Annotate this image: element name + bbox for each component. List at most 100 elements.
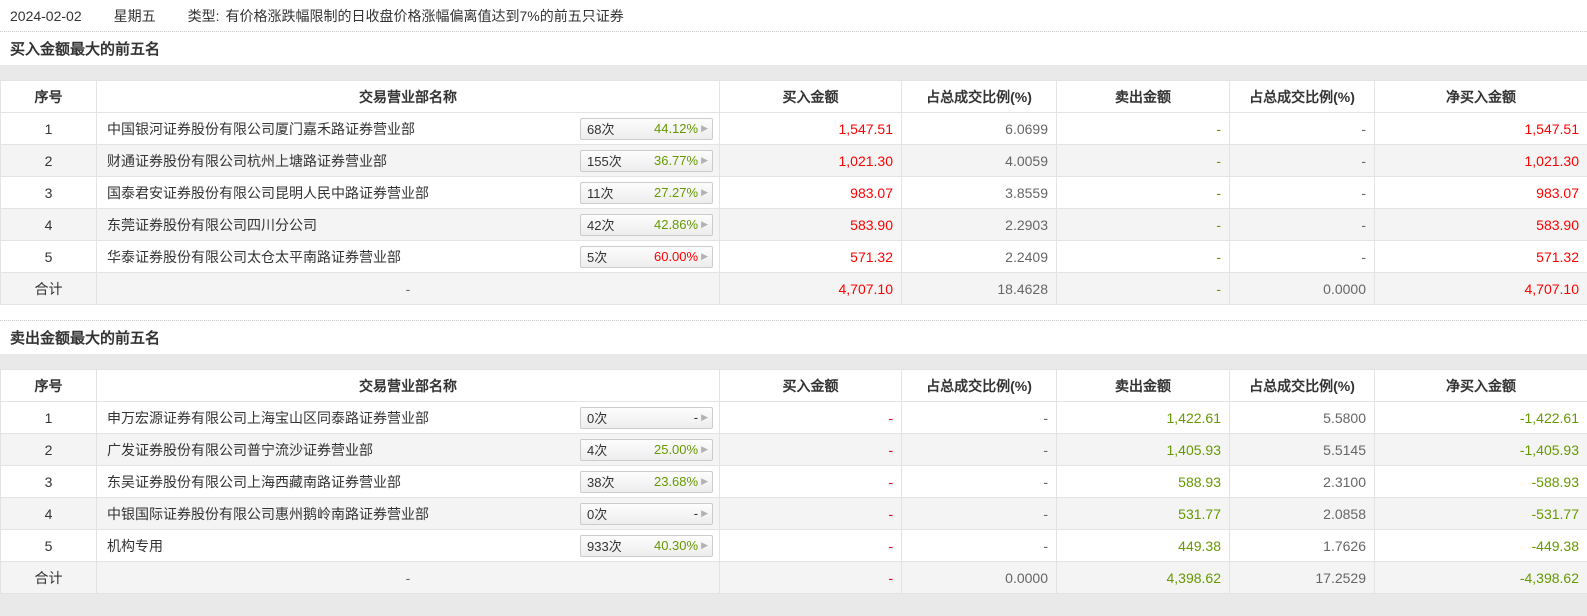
header-net-amount: 净买入金额 (1374, 369, 1587, 402)
branch-name-link[interactable]: 中国银河证券股份有限公司厦门嘉禾路证券营业部 (107, 119, 580, 139)
chevron-right-icon: ▶ (701, 219, 708, 229)
branch-cell: 东莞证券股份有限公司四川分公司 42次 42.86% ▶ (96, 208, 720, 241)
history-badge[interactable]: 38次 23.68% ▶ (580, 470, 713, 493)
net-amount-cell: 1,021.30 (1374, 144, 1587, 177)
branch-cell: 国泰君安证券股份有限公司昆明人民中路证券营业部 11次 27.27% ▶ (96, 176, 720, 209)
net-amount-cell: 4,707.10 (1374, 272, 1587, 305)
history-badge[interactable]: 5次 60.00% ▶ (580, 245, 713, 268)
branch-name-link[interactable]: 中银国际证券股份有限公司惠州鹅岭南路证券营业部 (107, 504, 580, 524)
rank-cell: 2 (0, 433, 97, 466)
chevron-right-icon: ▶ (701, 412, 708, 422)
table-row: 5 机构专用 933次 40.30% ▶ - - 449.38 1.7626 -… (0, 529, 1587, 562)
table-row: 4 中银国际证券股份有限公司惠州鹅岭南路证券营业部 0次 - ▶ - - 531… (0, 497, 1587, 530)
branch-name-link[interactable]: 广发证券股份有限公司普宁流沙证券营业部 (107, 440, 580, 460)
header-sell-amount: 卖出金额 (1056, 369, 1230, 402)
chevron-right-icon: ▶ (701, 444, 708, 454)
buy-amount-cell: - (719, 465, 902, 498)
buy-ratio-cell: 0.0000 (901, 561, 1057, 594)
header-branch-name: 交易营业部名称 (96, 369, 720, 402)
sell-amount-cell: - (1056, 112, 1230, 145)
badge-percent: 42.86% (653, 217, 699, 232)
header-branch-name: 交易营业部名称 (96, 80, 720, 113)
buy-ratio-cell: - (901, 433, 1057, 466)
table-total-row: 合计 - - 0.0000 4,398.62 17.2529 -4,398.62 (0, 561, 1587, 594)
sell-ratio-cell: 2.3100 (1229, 465, 1375, 498)
sell-ratio-cell: 5.5145 (1229, 433, 1375, 466)
history-badge[interactable]: 0次 - ▶ (580, 406, 713, 429)
total-label: 合计 (0, 272, 97, 305)
badge-percent: 60.00% (653, 249, 699, 264)
badge-count: 0次 (587, 507, 608, 522)
date-text: 2024-02-02 (10, 7, 82, 24)
chevron-right-icon: ▶ (701, 155, 708, 165)
table-row: 1 中国银河证券股份有限公司厦门嘉禾路证券营业部 68次 44.12% ▶ 1,… (0, 112, 1587, 145)
net-amount-cell: -449.38 (1374, 529, 1587, 562)
buy-amount-cell: 983.07 (719, 176, 902, 209)
buy-amount-cell: 1,021.30 (719, 144, 902, 177)
buy-ratio-cell: - (901, 529, 1057, 562)
sell-ratio-cell: - (1229, 176, 1375, 209)
sell-ratio-cell: 2.0858 (1229, 497, 1375, 530)
sell-amount-cell: - (1056, 176, 1230, 209)
rank-cell: 3 (0, 176, 97, 209)
table-row: 4 东莞证券股份有限公司四川分公司 42次 42.86% ▶ 583.90 2.… (0, 208, 1587, 241)
net-amount-cell: -4,398.62 (1374, 561, 1587, 594)
branch-name-link[interactable]: 机构专用 (107, 536, 580, 556)
section-title-sell: 卖出金额最大的前五名 (0, 321, 1587, 354)
buy-ratio-cell: 2.2409 (901, 240, 1057, 273)
branch-name-link[interactable]: 财通证券股份有限公司杭州上塘路证券营业部 (107, 151, 580, 171)
branch-name-link[interactable]: 国泰君安证券股份有限公司昆明人民中路证券营业部 (107, 183, 580, 203)
chevron-right-icon: ▶ (701, 508, 708, 518)
date-type-bar: 2024-02-02 星期五 类型: 有价格涨跌幅限制的日收盘价格涨幅偏离值达到… (0, 0, 1587, 32)
header-buy-ratio: 占总成交比例(%) (901, 369, 1057, 402)
badge-percent: 25.00% (653, 442, 699, 457)
table-row: 2 财通证券股份有限公司杭州上塘路证券营业部 155次 36.77% ▶ 1,0… (0, 144, 1587, 177)
total-name-cell: - (96, 561, 720, 594)
badge-count: 42次 (587, 218, 615, 233)
branch-name-link[interactable]: 华泰证券股份有限公司太仓太平南路证券营业部 (107, 247, 580, 267)
type-text: 有价格涨跌幅限制的日收盘价格涨幅偏离值达到7%的前五只证券 (225, 7, 624, 24)
table-total-row: 合计 - 4,707.10 18.4628 - 0.0000 4,707.10 (0, 272, 1587, 305)
spacer (0, 65, 1587, 80)
buy-ratio-cell: - (901, 497, 1057, 530)
sell-amount-cell: - (1056, 240, 1230, 273)
header-buy-ratio: 占总成交比例(%) (901, 80, 1057, 113)
branch-name-link[interactable]: 申万宏源证券有限公司上海宝山区同泰路证券营业部 (107, 408, 580, 428)
badge-count: 933次 (587, 539, 622, 554)
buy-ratio-cell: 6.0699 (901, 112, 1057, 145)
buy-amount-cell: - (719, 401, 902, 434)
rank-cell: 3 (0, 465, 97, 498)
sell-amount-cell: 588.93 (1056, 465, 1230, 498)
buy-amount-cell: - (719, 561, 902, 594)
history-badge[interactable]: 68次 44.12% ▶ (580, 117, 713, 140)
sell-ratio-cell: - (1229, 240, 1375, 273)
branch-name-link[interactable]: 东莞证券股份有限公司四川分公司 (107, 215, 580, 235)
badge-percent: 36.77% (653, 153, 699, 168)
chevron-right-icon: ▶ (701, 187, 708, 197)
table-row: 1 申万宏源证券有限公司上海宝山区同泰路证券营业部 0次 - ▶ - - 1,4… (0, 401, 1587, 434)
history-badge[interactable]: 4次 25.00% ▶ (580, 438, 713, 461)
sell-amount-cell: - (1056, 272, 1230, 305)
sell-amount-cell: 1,405.93 (1056, 433, 1230, 466)
buy-ratio-cell: 18.4628 (901, 272, 1057, 305)
sell-amount-cell: 531.77 (1056, 497, 1230, 530)
header-buy-amount: 买入金额 (719, 80, 902, 113)
net-amount-cell: -531.77 (1374, 497, 1587, 530)
sell-ratio-cell: - (1229, 112, 1375, 145)
net-amount-cell: -1,405.93 (1374, 433, 1587, 466)
history-badge[interactable]: 0次 - ▶ (580, 502, 713, 525)
header-sell-ratio: 占总成交比例(%) (1229, 369, 1375, 402)
history-badge[interactable]: 933次 40.30% ▶ (580, 534, 713, 557)
net-amount-cell: 983.07 (1374, 176, 1587, 209)
history-badge[interactable]: 155次 36.77% ▶ (580, 149, 713, 172)
chevron-right-icon: ▶ (701, 123, 708, 133)
header-buy-amount: 买入金额 (719, 369, 902, 402)
history-badge[interactable]: 42次 42.86% ▶ (580, 213, 713, 236)
spacer (0, 354, 1587, 369)
table-row: 3 东吴证券股份有限公司上海西藏南路证券营业部 38次 23.68% ▶ - -… (0, 465, 1587, 498)
buy-ratio-cell: - (901, 401, 1057, 434)
sell-amount-cell: 4,398.62 (1056, 561, 1230, 594)
history-badge[interactable]: 11次 27.27% ▶ (580, 181, 713, 204)
rank-cell: 4 (0, 208, 97, 241)
branch-name-link[interactable]: 东吴证券股份有限公司上海西藏南路证券营业部 (107, 472, 580, 492)
